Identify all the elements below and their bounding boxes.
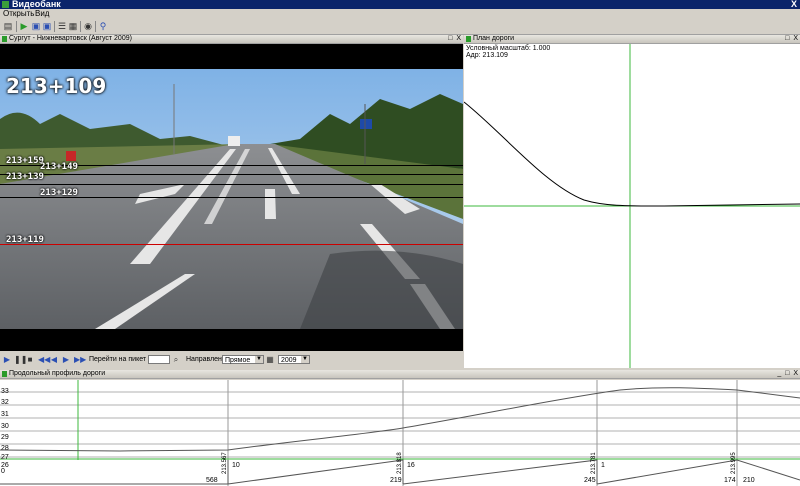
- longitudinal-profile-view[interactable]: 33 32 31 30 29 28 27 26 0 213.567 213.81…: [0, 380, 800, 486]
- chevron-down-icon[interactable]: ▼: [255, 356, 263, 363]
- pane-icon: [466, 36, 471, 42]
- plan-pane-window-buttons[interactable]: □ X: [785, 35, 799, 43]
- app-icon: [2, 1, 9, 8]
- segment-km-label: 213.818: [397, 452, 403, 474]
- window-title: Видеобанк: [12, 0, 61, 9]
- toolbar: ▤ ▶ ▣ ▣ ☰ ▦ ◉ ⚲: [0, 19, 800, 35]
- profile-pane-window-buttons[interactable]: _ □ X: [777, 370, 799, 378]
- year-select-value: 2009: [281, 357, 297, 364]
- segment-km-label: 213.781: [591, 452, 597, 474]
- direction-select-value: Прямое: [225, 357, 251, 364]
- goto-picket-input[interactable]: [148, 355, 170, 364]
- direction-select[interactable]: Прямое ▼: [222, 355, 264, 364]
- document-icon[interactable]: ▣: [31, 21, 41, 31]
- close-window-button[interactable]: X: [791, 0, 797, 9]
- segment-bottom-value: 219: [390, 477, 402, 484]
- segment-km-label: 213.995: [731, 452, 737, 474]
- video-pane-window-buttons[interactable]: □ X: [448, 35, 462, 43]
- open-folder-icon[interactable]: ▤: [3, 21, 13, 31]
- stop-icon[interactable]: ■: [26, 355, 34, 364]
- video-pane-title: Сургут - Нижневартовск (Август 2009): [9, 35, 132, 42]
- plan-road-curve: [464, 101, 800, 207]
- table-view-icon[interactable]: ▦: [68, 21, 78, 31]
- pause-icon[interactable]: ❚❚: [14, 355, 27, 364]
- forward-icon[interactable]: ▶: [62, 355, 70, 364]
- toolbar-separator: [95, 21, 96, 32]
- profile-y-tick: 31: [1, 411, 9, 418]
- list-view-icon[interactable]: ☰: [57, 21, 67, 31]
- segment-top-value: 16: [407, 462, 415, 469]
- profile-zero-label: 0: [1, 468, 5, 475]
- profile-pane-title: Продольный профиль дороги: [9, 370, 106, 377]
- measure-line-current: [0, 244, 463, 245]
- plan-canvas: [464, 44, 800, 368]
- profile-pane-titlebar: Продольный профиль дороги _ □ X: [0, 370, 800, 379]
- goto-button-icon[interactable]: ⌕: [172, 355, 180, 364]
- measure-label: 213+159: [6, 156, 44, 166]
- segment-top-value: 1: [601, 462, 605, 469]
- measure-label: 213+119: [6, 235, 44, 245]
- pane-icon: [2, 36, 7, 42]
- profile-y-tick: 33: [1, 388, 9, 395]
- video-pane-titlebar: Сургут - Нижневартовск (Август 2009) □ X: [0, 35, 463, 44]
- toolbar-separator: [80, 21, 81, 32]
- segment-bottom-value: 245: [584, 477, 596, 484]
- plan-pane-title: План дороги: [473, 35, 515, 42]
- profile-y-tick: 32: [1, 399, 9, 406]
- video-controls: ▶ ❚❚ ■ ◀◀ ◀ ▶ ▶▶ Перейти на пикет (км): …: [0, 351, 463, 368]
- measure-label: 213+149: [40, 162, 78, 172]
- profile-y-tick: 27: [1, 454, 9, 461]
- chevron-down-icon[interactable]: ▼: [301, 356, 309, 363]
- document-save-icon[interactable]: ▣: [42, 21, 52, 31]
- segment-bottom-value: 174: [724, 477, 736, 484]
- play-icon[interactable]: ▶: [19, 21, 29, 31]
- road-plan-view[interactable]: Условный масштаб: 1.000 Адр: 213.109: [464, 44, 800, 368]
- menu-bar: Открыть Вид: [0, 9, 800, 19]
- window-titlebar: Видеобанк X: [0, 0, 800, 9]
- rewind-fast-icon[interactable]: ◀◀: [38, 355, 50, 364]
- km-overlay: 213+109: [6, 74, 107, 98]
- profile-y-tick: 28: [1, 445, 9, 452]
- toolbar-separator: [54, 21, 55, 32]
- plan-pane-titlebar: План дороги □ X: [464, 35, 800, 44]
- segment-bottom-value: 568: [206, 477, 218, 484]
- measure-label: 213+139: [6, 172, 44, 182]
- segment-top-value: 10: [232, 462, 240, 469]
- profile-curve: [0, 387, 800, 452]
- measure-label: 213+129: [40, 188, 78, 198]
- info-icon[interactable]: ◉: [83, 21, 93, 31]
- profile-y-tick: 29: [1, 434, 9, 441]
- toolbar-separator: [16, 21, 17, 32]
- filter-icon[interactable]: ⚲: [98, 21, 108, 31]
- segment-bottom-value: 210: [743, 477, 755, 484]
- segment-km-label: 213.567: [222, 452, 228, 474]
- profile-y-tick: 30: [1, 423, 9, 430]
- rewind-icon[interactable]: ◀: [50, 355, 58, 364]
- pane-icon: [2, 371, 7, 377]
- year-select[interactable]: 2009 ▼: [278, 355, 310, 364]
- calendar-icon[interactable]: ▦: [266, 355, 274, 364]
- measure-line: [0, 184, 463, 185]
- play-icon[interactable]: ▶: [3, 355, 11, 364]
- video-frame[interactable]: 213+159 213+149 213+139 213+129 213+119 …: [0, 44, 463, 351]
- forward-fast-icon[interactable]: ▶▶: [74, 355, 86, 364]
- menu-open[interactable]: Открыть: [3, 9, 34, 19]
- menu-view[interactable]: Вид: [35, 9, 49, 19]
- measure-line: [0, 174, 463, 175]
